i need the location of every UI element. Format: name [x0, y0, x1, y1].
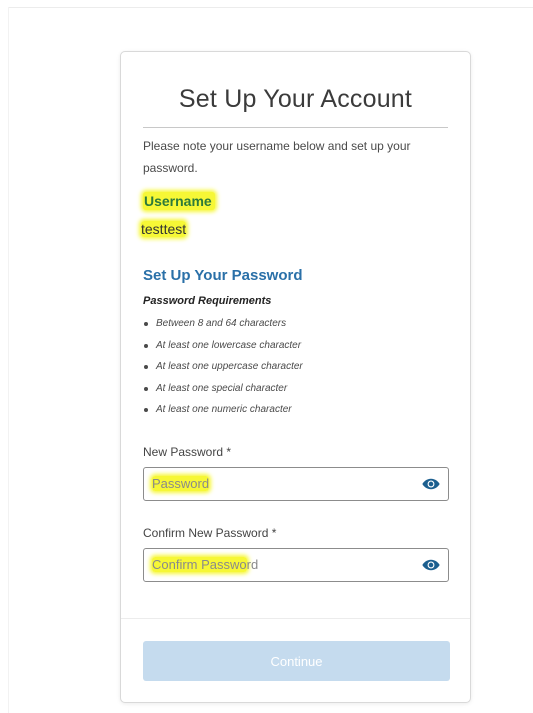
title-divider — [143, 127, 448, 128]
left-divider — [8, 7, 9, 713]
confirm-password-label: Confirm New Password * — [143, 526, 277, 540]
confirm-password-placeholder-highlighted: Confirm Passwo — [152, 557, 247, 572]
username-label: Username — [143, 192, 215, 210]
intro-text: Please note your username below and set … — [143, 139, 411, 175]
top-divider — [8, 7, 533, 8]
new-password-placeholder: Password — [150, 476, 211, 491]
footer-divider — [121, 618, 470, 619]
requirement-item: At least one special character — [143, 382, 303, 404]
password-requirements-list: Between 8 and 64 characters At least one… — [143, 317, 303, 425]
continue-button[interactable]: Continue — [143, 641, 450, 681]
page: Set Up Your Account Please note your use… — [0, 0, 533, 713]
confirm-password-placeholder: Confirm Password — [150, 557, 260, 572]
requirement-item: Between 8 and 64 characters — [143, 317, 303, 339]
requirement-item: At least one lowercase character — [143, 339, 303, 361]
confirm-password-placeholder-rest: rd — [246, 557, 259, 572]
username-value: testtest — [131, 219, 189, 239]
requirement-item: At least one uppercase character — [143, 360, 303, 382]
new-password-placeholder-highlighted: Password — [152, 476, 210, 491]
setup-account-card: Set Up Your Account Please note your use… — [120, 51, 471, 703]
password-section-title: Set Up Your Password — [143, 267, 303, 284]
requirement-item: At least one numeric character — [143, 403, 303, 425]
new-password-label: New Password * — [143, 445, 232, 459]
eye-icon[interactable] — [422, 477, 440, 491]
confirm-password-field[interactable]: Confirm Password — [143, 548, 449, 582]
password-requirements-title: Password Requirements — [143, 295, 272, 307]
new-password-field[interactable]: Password — [143, 467, 449, 501]
eye-icon[interactable] — [422, 558, 440, 572]
username-value-text: testtest — [141, 221, 187, 237]
page-title: Set Up Your Account — [178, 85, 413, 113]
